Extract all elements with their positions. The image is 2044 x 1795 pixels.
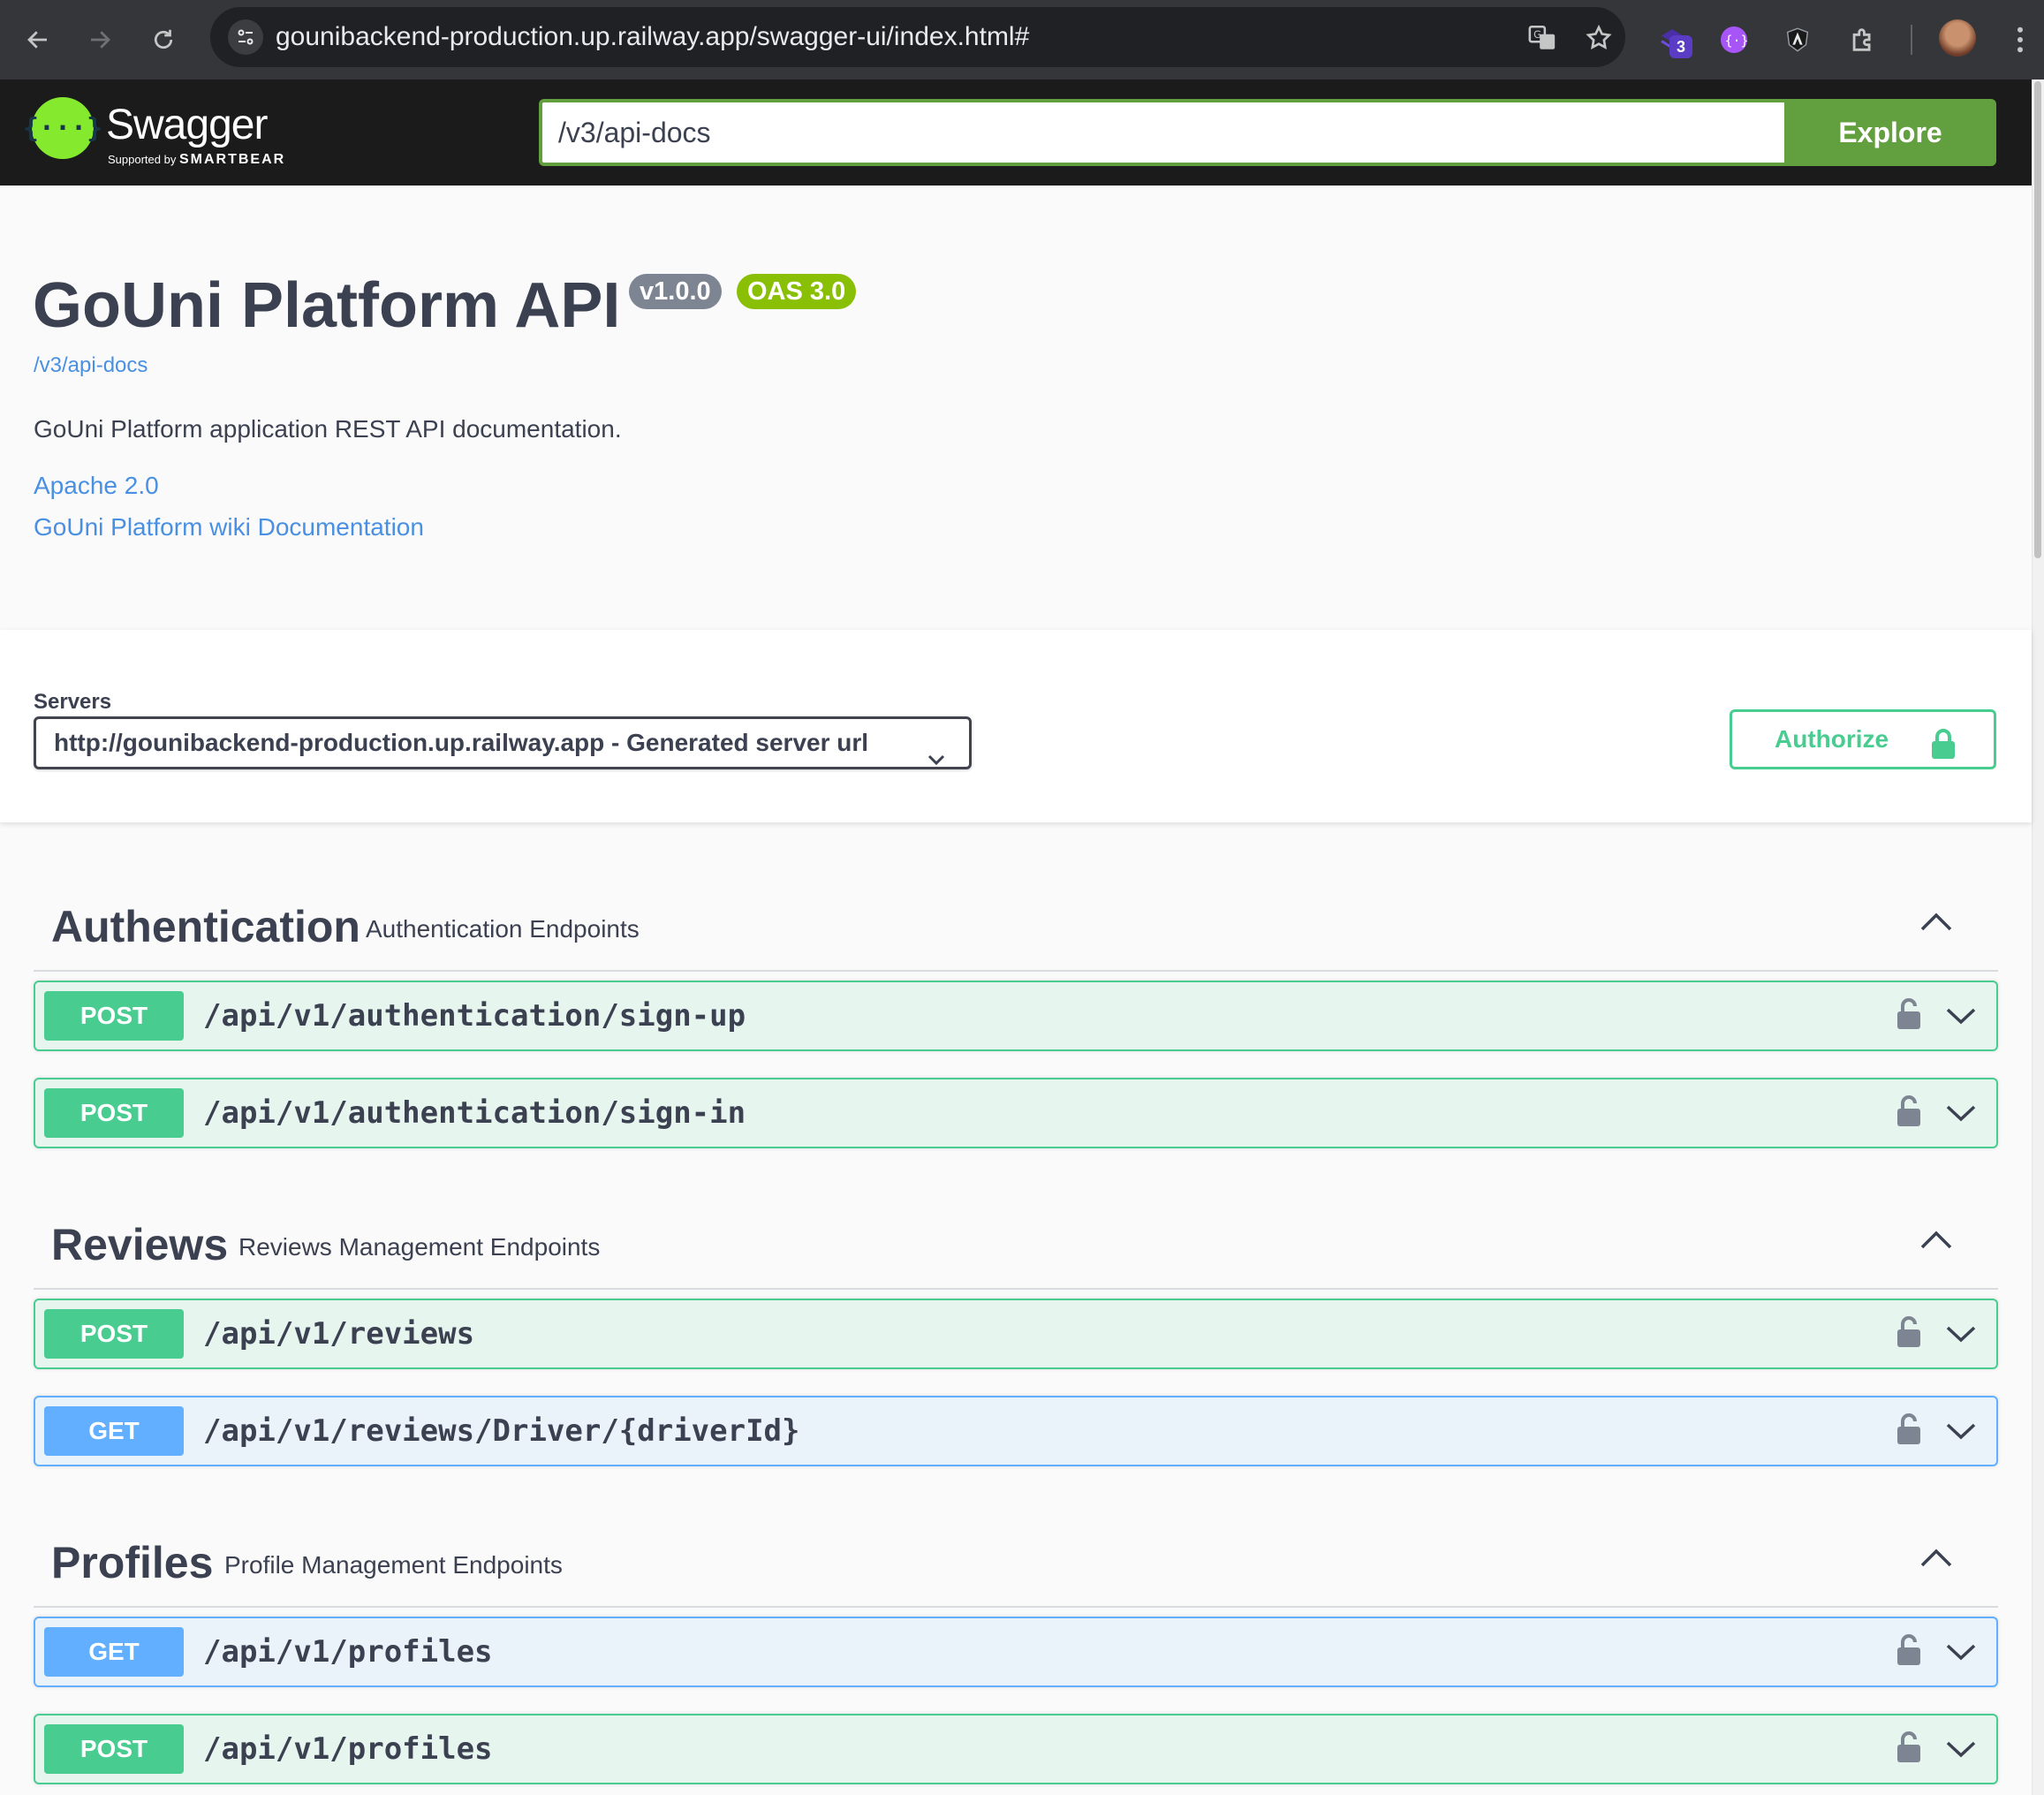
extension-icon[interactable]	[1775, 18, 1820, 62]
version-badge: v1.0.0	[629, 274, 722, 309]
logo-supported: Supported by	[108, 153, 177, 166]
collapse-arrow-icon[interactable]	[1919, 1546, 1954, 1573]
logo-tagline: Supported by SMARTBEAR	[108, 152, 285, 168]
collapse-arrow-icon[interactable]	[1919, 910, 1954, 937]
svg-text:{·}: {·}	[1725, 33, 1749, 49]
browser-toolbar: gounibackend-production.up.railway.app/s…	[0, 0, 2044, 80]
operation-path: /api/v1/profiles	[203, 1731, 493, 1767]
swagger-logo-icon[interactable]: {···}	[23, 97, 102, 159]
operation-path: /api/v1/authentication/sign-up	[203, 998, 746, 1034]
forward-icon[interactable]	[78, 18, 122, 62]
bookmark-star-icon[interactable]	[1583, 22, 1615, 54]
api-title: GoUni Platform API	[33, 270, 621, 341]
toolbar-divider	[1911, 25, 1912, 55]
tag-description: Profile Management Endpoints	[224, 1551, 563, 1579]
api-description: GoUni Platform application REST API docu…	[34, 415, 622, 443]
logo-smartbear: SMARTBEAR	[178, 152, 286, 167]
unlocked-icon[interactable]	[1896, 1634, 1922, 1670]
collapse-arrow-icon[interactable]	[1919, 1228, 1954, 1255]
operation-row[interactable]: POST /api/v1/authentication/sign-up	[34, 981, 1998, 1051]
chevron-down-icon[interactable]	[1945, 1323, 1977, 1349]
servers-label: Servers	[34, 690, 112, 714]
operation-row[interactable]: GET /api/v1/reviews/Driver/{driverId}	[34, 1396, 1998, 1466]
method-badge: GET	[44, 1406, 184, 1456]
authorize-button[interactable]: Authorize	[1730, 709, 1996, 769]
operation-path: /api/v1/profiles	[203, 1634, 493, 1670]
unlocked-icon[interactable]	[1896, 1413, 1922, 1450]
unlocked-icon[interactable]	[1896, 1095, 1922, 1132]
method-badge: POST	[44, 1309, 184, 1359]
operation-path: /api/v1/reviews	[203, 1316, 475, 1352]
tag-name: Authentication	[51, 902, 360, 951]
swagger-topbar: {···} Swagger Supported by SMARTBEAR /v3…	[0, 80, 2032, 186]
unlocked-icon[interactable]	[1896, 1316, 1922, 1352]
profile-avatar[interactable]	[1939, 19, 1976, 57]
oas-badge: OAS 3.0	[737, 274, 857, 309]
method-badge: POST	[44, 991, 184, 1041]
address-url[interactable]: gounibackend-production.up.railway.app/s…	[276, 7, 1029, 67]
servers-selected-value: http://gounibackend-production.up.railwa…	[54, 729, 869, 756]
license-link[interactable]: Apache 2.0	[34, 472, 159, 500]
back-icon[interactable]	[16, 18, 60, 62]
address-bar[interactable]: gounibackend-production.up.railway.app/s…	[210, 7, 1625, 67]
svg-text:G: G	[1533, 28, 1541, 41]
extensions-puzzle-icon[interactable]	[1841, 18, 1885, 62]
scrollbar-thumb[interactable]	[2034, 81, 2041, 558]
spec-url-form: /v3/api-docs Explore	[539, 99, 1996, 166]
operation-row[interactable]: GET /api/v1/profiles	[34, 1617, 1998, 1687]
chevron-down-icon[interactable]	[1945, 1420, 1977, 1446]
operation-row[interactable]: POST /api/v1/authentication/sign-in	[34, 1078, 1998, 1148]
tag-name: Reviews	[51, 1220, 229, 1269]
tag-description: Reviews Management Endpoints	[238, 1233, 601, 1261]
explore-button[interactable]: Explore	[1784, 99, 1996, 166]
method-badge: POST	[44, 1724, 184, 1774]
lock-icon	[1930, 724, 1957, 779]
scheme-container: Servers http://gounibackend-production.u…	[0, 630, 2032, 822]
unlocked-icon[interactable]	[1896, 998, 1922, 1034]
chevron-down-icon[interactable]	[1945, 1641, 1977, 1667]
method-badge: POST	[44, 1088, 184, 1138]
extension-badge: 3	[1669, 35, 1692, 58]
operation-row[interactable]: POST /api/v1/profiles	[34, 1714, 1998, 1784]
docs-link[interactable]: GoUni Platform wiki Documentation	[34, 513, 424, 542]
tag-header-authentication[interactable]: Authentication Authentication Endpoints	[34, 875, 1998, 972]
operation-path: /api/v1/reviews/Driver/{driverId}	[203, 1413, 800, 1449]
extension-icon[interactable]: {·}	[1712, 18, 1756, 62]
chevron-down-icon	[927, 735, 946, 783]
translate-icon[interactable]: G	[1526, 22, 1558, 54]
spec-link[interactable]: /v3/api-docs	[34, 353, 148, 378]
tune-icon[interactable]	[228, 19, 263, 55]
tag-header-profiles[interactable]: Profiles Profile Management Endpoints	[34, 1511, 1998, 1608]
tag-header-reviews[interactable]: Reviews Reviews Management Endpoints	[34, 1193, 1998, 1290]
reload-icon[interactable]	[141, 18, 185, 62]
authorize-label: Authorize	[1775, 725, 1889, 753]
spec-url-input[interactable]: /v3/api-docs	[539, 99, 1784, 166]
operation-row[interactable]: POST /api/v1/reviews	[34, 1299, 1998, 1369]
chevron-down-icon[interactable]	[1945, 1102, 1977, 1128]
chevron-down-icon[interactable]	[1945, 1005, 1977, 1031]
logo-name[interactable]: Swagger	[106, 101, 268, 149]
unlocked-icon[interactable]	[1896, 1731, 1922, 1768]
more-menu-icon[interactable]	[1998, 18, 2042, 62]
chevron-down-icon[interactable]	[1945, 1738, 1977, 1764]
servers-select[interactable]: http://gounibackend-production.up.railwa…	[34, 716, 972, 769]
tag-name: Profiles	[51, 1538, 214, 1587]
method-badge: GET	[44, 1627, 184, 1677]
operation-path: /api/v1/authentication/sign-in	[203, 1095, 746, 1131]
tag-description: Authentication Endpoints	[366, 915, 640, 943]
